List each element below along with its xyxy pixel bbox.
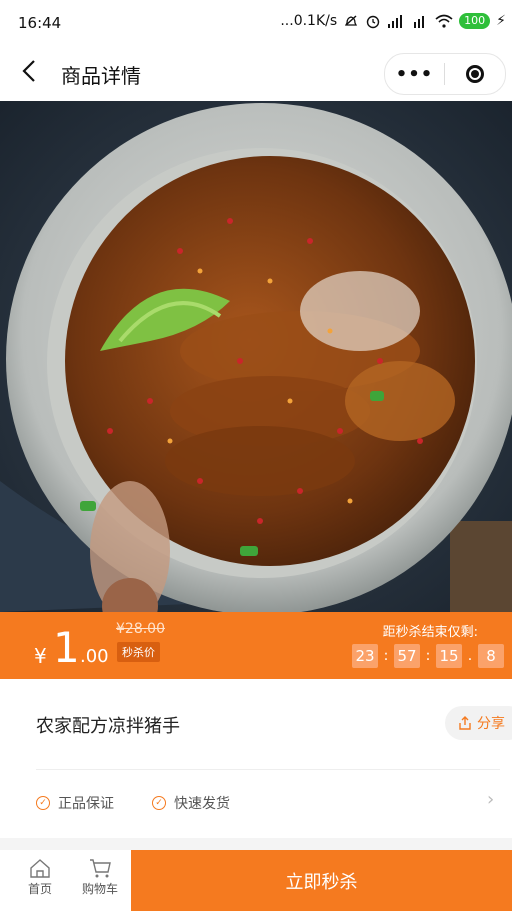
wifi-icon bbox=[435, 14, 453, 28]
price-decimal: .00 bbox=[80, 646, 109, 667]
tab-cart-label: 购物车 bbox=[81, 882, 118, 896]
chevron-right-icon[interactable]: › bbox=[487, 789, 494, 810]
status-right: ...0.1K/s 100 ⚡ bbox=[280, 13, 506, 29]
product-image[interactable] bbox=[0, 101, 512, 612]
screen: 16:44 ...0.1K/s 100 ⚡ 商品详情 ••• ¥ 1 .00 ¥… bbox=[0, 0, 512, 911]
countdown-label: 距秒杀结束仅剩: bbox=[382, 625, 478, 640]
price-integer: 1 bbox=[53, 623, 80, 672]
original-price: ¥28.00 bbox=[116, 621, 165, 637]
buy-now-button[interactable]: 立即秒杀 bbox=[131, 850, 512, 911]
tab-home[interactable]: 首页 bbox=[10, 858, 70, 897]
countdown-minutes: 57 bbox=[394, 644, 420, 668]
guarantee-authentic: ✓ 正品保证 bbox=[36, 793, 114, 813]
seckill-price-bar: ¥ 1 .00 ¥28.00 秒杀价 距秒杀结束仅剩: 23 : 57 : 15… bbox=[0, 612, 512, 679]
battery-indicator: 100 bbox=[459, 13, 491, 29]
countdown-hours: 23 bbox=[352, 644, 378, 668]
mini-program-capsule: ••• bbox=[384, 53, 506, 95]
tab-cart[interactable]: 购物车 bbox=[70, 858, 130, 897]
currency-symbol: ¥ bbox=[34, 644, 47, 668]
countdown-separator: : bbox=[425, 648, 431, 664]
countdown-separator: : bbox=[383, 648, 389, 664]
product-info: 农家配方凉拌猪手 分享 ✓ 正品保证 ✓ 快速发货 › bbox=[0, 679, 512, 838]
signal-hd-icon bbox=[414, 16, 425, 28]
countdown-tenths: 8 bbox=[478, 644, 504, 668]
cart-icon bbox=[90, 859, 111, 878]
back-icon[interactable] bbox=[22, 59, 36, 87]
network-speed: ...0.1K/s bbox=[280, 13, 338, 29]
share-button[interactable]: 分享 bbox=[445, 706, 512, 740]
guarantee-fast-shipping: ✓ 快速发货 bbox=[152, 793, 230, 813]
guarantee-label: 正品保证 bbox=[58, 796, 114, 812]
signal-icon bbox=[388, 15, 403, 28]
check-circle-icon: ✓ bbox=[36, 796, 50, 810]
countdown-seconds: 15 bbox=[436, 644, 462, 668]
page-title: 商品详情 bbox=[61, 64, 141, 88]
guarantee-label: 快速发货 bbox=[174, 796, 230, 812]
home-icon bbox=[30, 859, 50, 878]
share-label: 分享 bbox=[477, 716, 505, 732]
product-name: 农家配方凉拌猪手 bbox=[36, 716, 180, 737]
navigation-bar: 商品详情 ••• bbox=[0, 46, 512, 101]
alarm-icon bbox=[366, 15, 380, 29]
more-dots-icon[interactable]: ••• bbox=[385, 64, 444, 85]
tab-home-label: 首页 bbox=[27, 882, 52, 896]
status-bar: 16:44 ...0.1K/s 100 ⚡ bbox=[0, 0, 512, 46]
service-guarantees[interactable]: ✓ 正品保证 ✓ 快速发货 bbox=[36, 793, 268, 813]
countdown-separator: . bbox=[467, 648, 473, 664]
charging-icon: ⚡ bbox=[496, 13, 506, 29]
close-target-icon[interactable] bbox=[445, 65, 504, 83]
check-circle-icon: ✓ bbox=[152, 796, 166, 810]
bottom-action-bar: 首页 购物车 立即秒杀 bbox=[0, 850, 512, 911]
share-icon bbox=[459, 716, 471, 730]
mute-icon bbox=[345, 15, 358, 26]
status-time: 16:44 bbox=[18, 14, 62, 32]
countdown-timer: 23 : 57 : 15 . 8 bbox=[352, 644, 504, 668]
seckill-price-tag: 秒杀价 bbox=[117, 642, 160, 662]
divider bbox=[36, 769, 500, 770]
